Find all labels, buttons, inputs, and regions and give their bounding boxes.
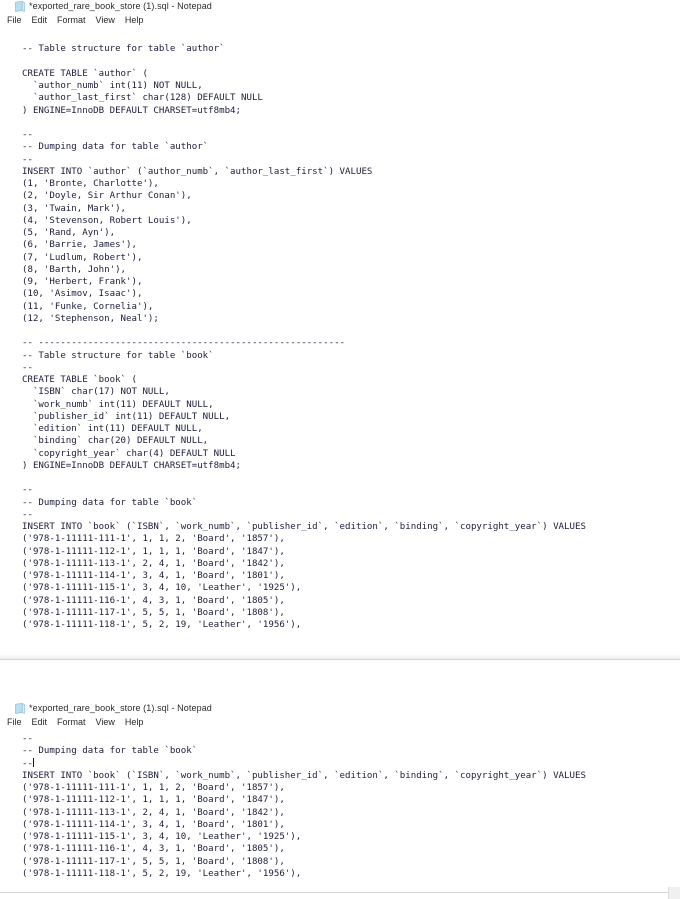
menu-help[interactable]: Help — [120, 716, 149, 728]
editor-line: -- Dumping data for table `book` — [22, 746, 198, 757]
text-editor-area[interactable]: -- Table structure for table `author` CR… — [0, 27, 680, 660]
screen: *exported_rare_book_store (1).sql - Note… — [0, 0, 680, 899]
menu-format[interactable]: Format — [52, 14, 91, 26]
menu-edit[interactable]: Edit — [27, 14, 53, 26]
editor-line: -- — [22, 734, 33, 744]
editor-line: (8, 'Barth, John'), — [22, 264, 127, 275]
notepad-window-primary[interactable]: *exported_rare_book_store (1).sql - Note… — [0, 0, 680, 660]
editor-line: ('978-1-11111-118-1', 5, 2, 19, 'Leather… — [22, 620, 302, 630]
menu-file[interactable]: File — [2, 14, 27, 26]
editor-line: -- — [22, 485, 33, 496]
editor-line: ('978-1-11111-114-1', 3, 4, 1, 'Board', … — [22, 571, 285, 581]
editor-line: -- — [22, 509, 33, 520]
editor-line: INSERT INTO `book` (`ISBN`, `work_numb`,… — [22, 522, 586, 532]
editor-line: `edition` int(11) DEFAULT NULL, — [22, 424, 203, 434]
editor-line: (9, 'Herbert, Frank'), — [22, 277, 143, 287]
menu-help[interactable]: Help — [120, 14, 149, 26]
editor-line: (4, 'Stevenson, Robert Louis'), — [22, 215, 192, 226]
editor-line: ('978-1-11111-112-1', 1, 1, 1, 'Board', … — [22, 795, 285, 806]
editor-line: ('978-1-11111-116-1', 4, 3, 1, 'Board', … — [22, 595, 285, 606]
editor-line: ('978-1-11111-117-1', 5, 5, 1, 'Board', … — [22, 856, 285, 867]
editor-line: -- — [22, 757, 34, 769]
editor-line: -- — [22, 130, 33, 140]
editor-line: (6, 'Barrie, James'), — [22, 240, 137, 251]
editor-line: -- — [22, 154, 33, 165]
window-bottom-edge-secondary — [0, 892, 680, 893]
editor-line: CREATE TABLE `author` ( — [22, 68, 148, 79]
editor-line: (11, 'Funke, Cornelia'), — [22, 301, 154, 312]
editor-line: `ISBN` char(17) NOT NULL, — [22, 387, 170, 398]
editor-line: ('978-1-11111-115-1', 3, 4, 10, 'Leather… — [22, 583, 302, 594]
editor-line: (7, 'Ludlum, Robert'), — [22, 252, 143, 263]
menu-file[interactable]: File — [2, 716, 27, 728]
editor-line: -- Table structure for table `author` — [22, 44, 225, 55]
editor-line: (12, 'Stephenson, Neal'); — [22, 313, 159, 324]
notepad-document-icon — [15, 703, 25, 714]
scrollbar-corner[interactable] — [668, 887, 680, 899]
editor-line: `author_numb` int(11) NOT NULL, — [22, 81, 203, 91]
editor-line: ) ENGINE=InnoDB DEFAULT CHARSET=utf8mb4; — [22, 460, 241, 471]
menu-edit[interactable]: Edit — [27, 716, 53, 728]
editor-line: ) ENGINE=InnoDB DEFAULT CHARSET=utf8mb4; — [22, 105, 241, 116]
editor-line: INSERT INTO `book` (`ISBN`, `work_numb`,… — [22, 770, 586, 781]
editor-line: ('978-1-11111-114-1', 3, 4, 1, 'Board', … — [22, 819, 285, 830]
editor-line: (3, 'Twain, Mark'), — [22, 203, 127, 214]
editor-line: ('978-1-11111-113-1', 2, 4, 1, 'Board', … — [22, 807, 285, 818]
editor-line: `publisher_id` int(11) DEFAULT NULL, — [22, 411, 231, 422]
editor-line: -- — [22, 362, 33, 373]
editor-line: (2, 'Doyle, Sir Arthur Conan'), — [22, 191, 192, 202]
window-title: *exported_rare_book_store (1).sql - Note… — [29, 1, 212, 11]
editor-line: ('978-1-11111-111-1', 1, 1, 2, 'Board', … — [22, 783, 285, 793]
editor-line: ('978-1-11111-118-1', 5, 2, 19, 'Leather… — [22, 868, 302, 879]
editor-line: `author_last_first` char(128) DEFAULT NU… — [22, 93, 263, 104]
editor-line: `work_numb` int(11) DEFAULT NULL, — [22, 399, 214, 410]
menu-view[interactable]: View — [91, 716, 120, 728]
editor-line: ('978-1-11111-116-1', 4, 3, 1, 'Board', … — [22, 844, 285, 855]
text-caret — [32, 757, 34, 767]
menubar-secondary[interactable]: File Edit Format View Help — [0, 715, 680, 729]
editor-line: `binding` char(20) DEFAULT NULL, — [22, 436, 209, 447]
titlebar-secondary[interactable]: *exported_rare_book_store (1).sql - Note… — [0, 702, 680, 715]
editor-line: ('978-1-11111-111-1', 1, 1, 2, 'Board', … — [22, 534, 285, 545]
editor-line: ('978-1-11111-115-1', 3, 4, 10, 'Leather… — [22, 832, 302, 842]
editor-line: -- Table structure for table `book` — [22, 350, 214, 361]
editor-line: -- Dumping data for table `book` — [22, 497, 198, 508]
text-editor-area-secondary[interactable]: -- -- Dumping data for table `book` -- INSE… — [0, 729, 680, 899]
editor-line: `copyright_year` char(4) DEFAULT NULL — [22, 448, 236, 459]
editor-line: -- -------------------------------------… — [22, 338, 346, 349]
editor-line: CREATE TABLE `book` ( — [22, 375, 137, 385]
editor-line: (5, 'Rand, Ayn'), — [22, 228, 116, 238]
editor-line: ('978-1-11111-112-1', 1, 1, 1, 'Board', … — [22, 546, 285, 557]
editor-line: ('978-1-11111-113-1', 2, 4, 1, 'Board', … — [22, 558, 285, 569]
editor-line: -- Dumping data for table `author` — [22, 142, 209, 153]
editor-line: (10, 'Asimov, Isaac'), — [22, 289, 143, 300]
menubar[interactable]: File Edit Format View Help — [0, 13, 680, 27]
notepad-document-icon — [15, 1, 25, 12]
editor-line: (1, 'Bronte, Charlotte'), — [22, 179, 159, 189]
window-separator-gap — [0, 660, 680, 702]
editor-line: ('978-1-11111-117-1', 5, 5, 1, 'Board', … — [22, 607, 285, 618]
editor-line: INSERT INTO `author` (`author_numb`, `au… — [22, 166, 373, 177]
titlebar[interactable]: *exported_rare_book_store (1).sql - Note… — [0, 0, 680, 13]
notepad-window-secondary[interactable]: *exported_rare_book_store (1).sql - Note… — [0, 702, 680, 899]
menu-view[interactable]: View — [91, 14, 120, 26]
window-title-secondary: *exported_rare_book_store (1).sql - Note… — [29, 703, 212, 713]
menu-format[interactable]: Format — [52, 716, 91, 728]
